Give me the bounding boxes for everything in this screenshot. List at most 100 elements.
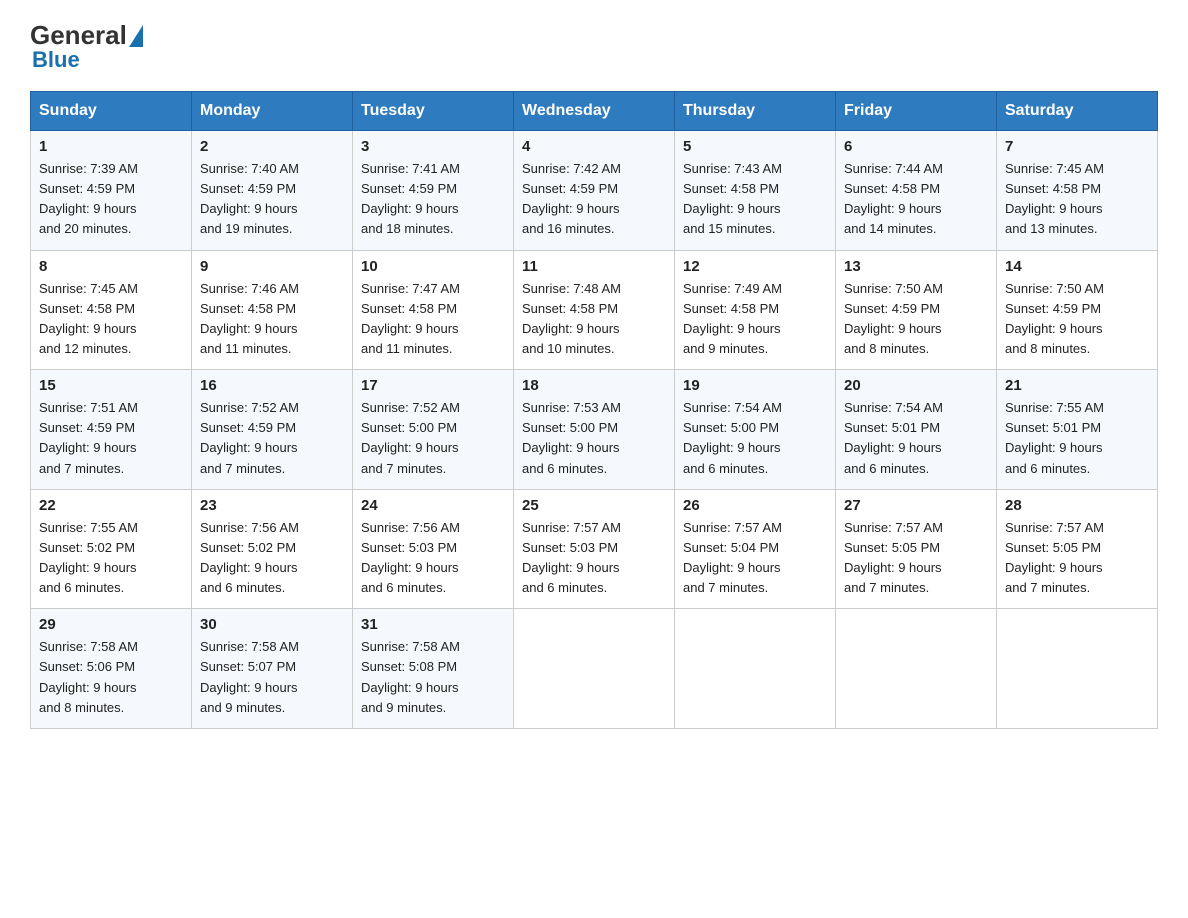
- calendar-cell: 9 Sunrise: 7:46 AMSunset: 4:58 PMDaylight…: [192, 250, 353, 370]
- day-sun-info: Sunrise: 7:55 AMSunset: 5:01 PMDaylight:…: [1005, 398, 1149, 479]
- calendar-cell: 10 Sunrise: 7:47 AMSunset: 4:58 PMDayligh…: [353, 250, 514, 370]
- calendar-week-row: 1Sunrise: 7:39 AMSunset: 4:59 PMDaylight…: [31, 131, 1158, 251]
- weekday-header-sunday: Sunday: [31, 92, 192, 131]
- logo: General Blue: [30, 20, 145, 73]
- calendar-cell: 27 Sunrise: 7:57 AMSunset: 5:05 PMDayligh…: [836, 489, 997, 609]
- day-sun-info: Sunrise: 7:56 AMSunset: 5:02 PMDaylight:…: [200, 518, 344, 599]
- calendar-cell: 18 Sunrise: 7:53 AMSunset: 5:00 PMDayligh…: [514, 370, 675, 490]
- day-number: 14: [1005, 258, 1149, 275]
- day-number: 22: [39, 497, 183, 514]
- day-sun-info: Sunrise: 7:46 AMSunset: 4:58 PMDaylight:…: [200, 279, 344, 360]
- day-number: 28: [1005, 497, 1149, 514]
- day-number: 5: [683, 138, 827, 155]
- day-number: 20: [844, 377, 988, 394]
- calendar-cell: 25 Sunrise: 7:57 AMSunset: 5:03 PMDayligh…: [514, 489, 675, 609]
- day-number: 18: [522, 377, 666, 394]
- day-number: 21: [1005, 377, 1149, 394]
- day-number: 17: [361, 377, 505, 394]
- calendar-cell: 28 Sunrise: 7:57 AMSunset: 5:05 PMDayligh…: [997, 489, 1158, 609]
- weekday-header-thursday: Thursday: [675, 92, 836, 131]
- day-number: 11: [522, 258, 666, 275]
- day-sun-info: Sunrise: 7:47 AMSunset: 4:58 PMDaylight:…: [361, 279, 505, 360]
- calendar-cell: 31Sunrise: 7:58 AMSunset: 5:08 PMDayligh…: [353, 609, 514, 729]
- day-sun-info: Sunrise: 7:52 AMSunset: 5:00 PMDaylight:…: [361, 398, 505, 479]
- day-number: 8: [39, 258, 183, 275]
- day-number: 6: [844, 138, 988, 155]
- day-sun-info: Sunrise: 7:53 AMSunset: 5:00 PMDaylight:…: [522, 398, 666, 479]
- day-sun-info: Sunrise: 7:49 AMSunset: 4:58 PMDaylight:…: [683, 279, 827, 360]
- day-sun-info: Sunrise: 7:45 AMSunset: 4:58 PMDaylight:…: [39, 279, 183, 360]
- calendar-week-row: 8 Sunrise: 7:45 AMSunset: 4:58 PMDaylight…: [31, 250, 1158, 370]
- day-sun-info: Sunrise: 7:51 AMSunset: 4:59 PMDaylight:…: [39, 398, 183, 479]
- day-sun-info: Sunrise: 7:52 AMSunset: 4:59 PMDaylight:…: [200, 398, 344, 479]
- weekday-header-saturday: Saturday: [997, 92, 1158, 131]
- day-sun-info: Sunrise: 7:41 AMSunset: 4:59 PMDaylight:…: [361, 159, 505, 240]
- day-number: 24: [361, 497, 505, 514]
- day-sun-info: Sunrise: 7:43 AMSunset: 4:58 PMDaylight:…: [683, 159, 827, 240]
- calendar-week-row: 29 Sunrise: 7:58 AMSunset: 5:06 PMDayligh…: [31, 609, 1158, 729]
- calendar-cell: [836, 609, 997, 729]
- calendar-cell: 16 Sunrise: 7:52 AMSunset: 4:59 PMDayligh…: [192, 370, 353, 490]
- calendar-cell: 30 Sunrise: 7:58 AMSunset: 5:07 PMDayligh…: [192, 609, 353, 729]
- day-sun-info: Sunrise: 7:57 AMSunset: 5:05 PMDaylight:…: [1005, 518, 1149, 599]
- logo-triangle-icon: [129, 25, 143, 47]
- calendar-cell: [514, 609, 675, 729]
- day-sun-info: Sunrise: 7:57 AMSunset: 5:05 PMDaylight:…: [844, 518, 988, 599]
- calendar-cell: 20Sunrise: 7:54 AMSunset: 5:01 PMDayligh…: [836, 370, 997, 490]
- weekday-header-monday: Monday: [192, 92, 353, 131]
- calendar-cell: 8 Sunrise: 7:45 AMSunset: 4:58 PMDaylight…: [31, 250, 192, 370]
- day-sun-info: Sunrise: 7:54 AMSunset: 5:00 PMDaylight:…: [683, 398, 827, 479]
- calendar-cell: 24 Sunrise: 7:56 AMSunset: 5:03 PMDayligh…: [353, 489, 514, 609]
- calendar-week-row: 15 Sunrise: 7:51 AMSunset: 4:59 PMDayligh…: [31, 370, 1158, 490]
- calendar-cell: 7 Sunrise: 7:45 AMSunset: 4:58 PMDaylight…: [997, 131, 1158, 251]
- day-sun-info: Sunrise: 7:55 AMSunset: 5:02 PMDaylight:…: [39, 518, 183, 599]
- calendar-cell: 2 Sunrise: 7:40 AMSunset: 4:59 PMDaylight…: [192, 131, 353, 251]
- day-sun-info: Sunrise: 7:57 AMSunset: 5:04 PMDaylight:…: [683, 518, 827, 599]
- day-sun-info: Sunrise: 7:58 AMSunset: 5:07 PMDaylight:…: [200, 637, 344, 718]
- day-sun-info: Sunrise: 7:50 AMSunset: 4:59 PMDaylight:…: [844, 279, 988, 360]
- weekday-header-friday: Friday: [836, 92, 997, 131]
- day-number: 2: [200, 138, 344, 155]
- day-number: 29: [39, 616, 183, 633]
- day-number: 16: [200, 377, 344, 394]
- day-sun-info: Sunrise: 7:58 AMSunset: 5:08 PMDaylight:…: [361, 637, 505, 718]
- logo-blue-text: Blue: [32, 47, 80, 73]
- day-number: 3: [361, 138, 505, 155]
- day-number: 27: [844, 497, 988, 514]
- calendar-table: SundayMondayTuesdayWednesdayThursdayFrid…: [30, 91, 1158, 729]
- calendar-cell: 14 Sunrise: 7:50 AMSunset: 4:59 PMDayligh…: [997, 250, 1158, 370]
- day-number: 15: [39, 377, 183, 394]
- day-sun-info: Sunrise: 7:44 AMSunset: 4:58 PMDaylight:…: [844, 159, 988, 240]
- day-number: 9: [200, 258, 344, 275]
- day-sun-info: Sunrise: 7:45 AMSunset: 4:58 PMDaylight:…: [1005, 159, 1149, 240]
- calendar-cell: 4Sunrise: 7:42 AMSunset: 4:59 PMDaylight…: [514, 131, 675, 251]
- day-number: 12: [683, 258, 827, 275]
- day-number: 13: [844, 258, 988, 275]
- weekday-header-wednesday: Wednesday: [514, 92, 675, 131]
- day-number: 25: [522, 497, 666, 514]
- calendar-cell: [675, 609, 836, 729]
- calendar-cell: 3 Sunrise: 7:41 AMSunset: 4:59 PMDaylight…: [353, 131, 514, 251]
- calendar-cell: 29 Sunrise: 7:58 AMSunset: 5:06 PMDayligh…: [31, 609, 192, 729]
- day-number: 7: [1005, 138, 1149, 155]
- day-number: 10: [361, 258, 505, 275]
- calendar-cell: 21 Sunrise: 7:55 AMSunset: 5:01 PMDayligh…: [997, 370, 1158, 490]
- calendar-cell: 1Sunrise: 7:39 AMSunset: 4:59 PMDaylight…: [31, 131, 192, 251]
- weekday-header-tuesday: Tuesday: [353, 92, 514, 131]
- calendar-cell: 23 Sunrise: 7:56 AMSunset: 5:02 PMDayligh…: [192, 489, 353, 609]
- calendar-cell: [997, 609, 1158, 729]
- calendar-cell: 15 Sunrise: 7:51 AMSunset: 4:59 PMDayligh…: [31, 370, 192, 490]
- calendar-cell: 17 Sunrise: 7:52 AMSunset: 5:00 PMDayligh…: [353, 370, 514, 490]
- day-sun-info: Sunrise: 7:40 AMSunset: 4:59 PMDaylight:…: [200, 159, 344, 240]
- day-sun-info: Sunrise: 7:58 AMSunset: 5:06 PMDaylight:…: [39, 637, 183, 718]
- page-header: General Blue: [30, 20, 1158, 73]
- day-sun-info: Sunrise: 7:39 AMSunset: 4:59 PMDaylight:…: [39, 159, 183, 240]
- calendar-cell: 6 Sunrise: 7:44 AMSunset: 4:58 PMDaylight…: [836, 131, 997, 251]
- day-number: 26: [683, 497, 827, 514]
- day-sun-info: Sunrise: 7:56 AMSunset: 5:03 PMDaylight:…: [361, 518, 505, 599]
- day-sun-info: Sunrise: 7:50 AMSunset: 4:59 PMDaylight:…: [1005, 279, 1149, 360]
- day-number: 30: [200, 616, 344, 633]
- calendar-cell: 13 Sunrise: 7:50 AMSunset: 4:59 PMDayligh…: [836, 250, 997, 370]
- day-sun-info: Sunrise: 7:57 AMSunset: 5:03 PMDaylight:…: [522, 518, 666, 599]
- day-number: 23: [200, 497, 344, 514]
